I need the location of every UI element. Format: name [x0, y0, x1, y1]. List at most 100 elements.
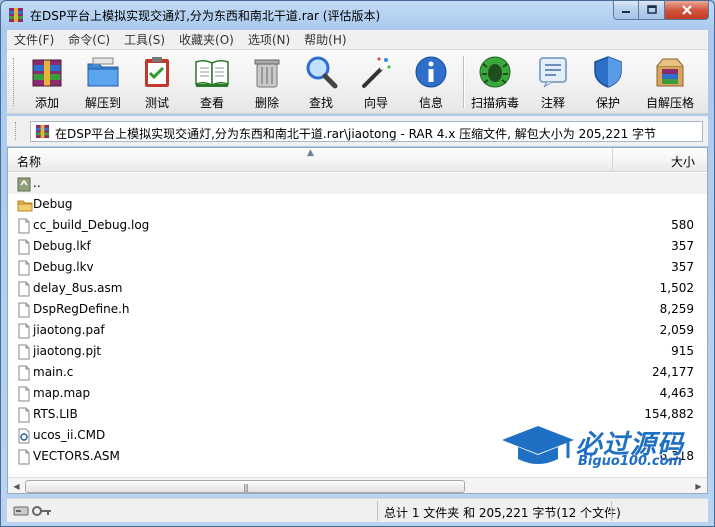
file-icon [17, 365, 31, 381]
file-name: map.map [33, 386, 91, 400]
file-row[interactable]: jiaotong.paf 2,059 [8, 320, 707, 341]
find-label: 查找 [308, 96, 333, 110]
file-icon [17, 449, 31, 465]
sort-ascending-icon: ▲ [307, 148, 314, 158]
file-row[interactable]: Debug.lkv 357 [8, 257, 707, 278]
file-row[interactable]: cc_build_Debug.log 580 [8, 215, 707, 236]
maximize-button[interactable] [639, 1, 665, 20]
info-icon [415, 56, 447, 88]
extract-button[interactable]: 解压到 [77, 54, 129, 112]
watermark-sub: Biguo100.com [578, 454, 683, 469]
close-button[interactable] [665, 1, 709, 20]
comment-note-icon [539, 57, 567, 88]
file-row[interactable]: Debug [8, 194, 707, 215]
file-name: RTS.LIB [33, 407, 78, 421]
file-row[interactable]: Debug.lkf 357 [8, 236, 707, 257]
menu-bar: 文件(F) 命令(C) 工具(S) 收藏夹(O) 选项(N) 帮助(H) [7, 30, 708, 50]
wizard-button[interactable]: 向导 [350, 54, 402, 112]
magnifier-icon [306, 56, 338, 89]
column-name-label: 名称 [17, 155, 42, 169]
winrar-app-icon [9, 8, 23, 22]
address-box[interactable]: 在DSP平台上模拟实现交通灯,分为东西和南北干道.rar\jiaotong - … [30, 121, 703, 142]
horizontal-scrollbar[interactable]: ◀ ||| ▶ [8, 477, 707, 493]
menu-tools[interactable]: 工具(S) [117, 31, 172, 48]
file-row[interactable]: main.c 24,177 [8, 362, 707, 383]
address-grip[interactable] [15, 122, 18, 140]
caption-buttons [613, 1, 709, 20]
file-name: main.c [33, 365, 74, 379]
view-book-icon [195, 59, 229, 87]
file-row[interactable]: delay_8us.asm 1,502 [8, 278, 707, 299]
sfx-button[interactable]: 自解压格 [639, 54, 701, 112]
add-label: 添加 [34, 96, 59, 110]
protect-label: 保护 [595, 96, 620, 110]
column-size-label: 大小 [670, 155, 695, 169]
file-icon [17, 260, 31, 276]
file-name: DspRegDefine.h [33, 302, 130, 316]
file-name: Debug.lkf [33, 239, 91, 253]
file-name: Debug [33, 197, 73, 211]
find-button[interactable]: 查找 [295, 54, 347, 112]
sfx-label: 自解压格 [645, 96, 694, 110]
file-row[interactable]: .. [8, 173, 707, 194]
file-row[interactable]: DspRegDefine.h 8,259 [8, 299, 707, 320]
file-row[interactable]: map.map 4,463 [8, 383, 707, 404]
minimize-icon [622, 11, 630, 13]
menu-options[interactable]: 选项(N) [241, 31, 297, 48]
menu-favorites[interactable]: 收藏夹(O) [172, 31, 241, 48]
minimize-button[interactable] [613, 1, 639, 20]
file-name: delay_8us.asm [33, 281, 123, 295]
extract-folder-icon [87, 57, 119, 87]
scroll-right-button[interactable]: ▶ [690, 479, 707, 493]
file-size: 4,463 [659, 386, 694, 400]
file-list: 名称 ▲ 大小 .. Debug cc_build_Debug.log 580 Debu… [7, 147, 708, 494]
file-name: cc_build_Debug.log [33, 218, 150, 232]
delete-label: 删除 [254, 96, 279, 110]
file-icon [17, 302, 31, 318]
status-summary: 总计 1 文件夹 和 205,221 字节(12 个文件) [384, 506, 621, 520]
virus-bug-icon [479, 56, 511, 88]
column-header: 名称 ▲ 大小 [8, 148, 707, 172]
scroll-thumb[interactable]: ||| [25, 480, 465, 493]
drive-key-icon [13, 506, 51, 516]
file-size: 2,059 [659, 323, 694, 337]
delete-button[interactable]: 删除 [241, 54, 293, 112]
add-button[interactable]: 添加 [21, 54, 73, 112]
file-size: 24,177 [652, 365, 694, 379]
file-name: ucos_ii.CMD [33, 428, 106, 442]
file-size: 357 [671, 239, 694, 253]
info-label: 信息 [418, 96, 443, 110]
view-button[interactable]: 查看 [186, 54, 238, 112]
file-row[interactable]: jiaotong.pjt 915 [8, 341, 707, 362]
test-button[interactable]: 测试 [131, 54, 183, 112]
title-bar[interactable]: 在DSP平台上模拟实现交通灯,分为东西和南北干道.rar (评估版本) [1, 1, 714, 29]
file-icon [17, 386, 31, 402]
scroll-left-button[interactable]: ◀ [8, 479, 25, 493]
column-size-header[interactable]: 大小 [613, 148, 707, 171]
test-clipboard-icon [145, 57, 169, 87]
graduation-cap-icon [502, 426, 574, 464]
menu-file[interactable]: 文件(F) [7, 31, 61, 48]
scan-virus-button[interactable]: 扫描病毒 [469, 54, 521, 112]
toolbar-grip[interactable] [13, 58, 16, 106]
comment-button[interactable]: 注释 [527, 54, 579, 112]
column-name-header[interactable]: 名称 ▲ [8, 148, 613, 171]
comment-label: 注释 [540, 96, 565, 110]
up-folder-icon [17, 176, 31, 192]
shield-icon [594, 56, 622, 88]
file-name: jiaotong.pjt [33, 344, 102, 358]
file-name: Debug.lkv [33, 260, 94, 274]
trash-can-icon [254, 59, 280, 88]
window-title: 在DSP平台上模拟实现交通灯,分为东西和南北干道.rar (评估版本) [30, 9, 381, 23]
file-icon [17, 218, 31, 234]
view-label: 查看 [199, 96, 224, 110]
file-name: .. [33, 176, 41, 190]
maximize-icon [646, 5, 657, 14]
info-button[interactable]: 信息 [405, 54, 457, 112]
menu-commands[interactable]: 命令(C) [61, 31, 117, 48]
scan-virus-label: 扫描病毒 [470, 96, 519, 110]
status-divider [377, 501, 378, 521]
menu-help[interactable]: 帮助(H) [297, 31, 353, 48]
file-size: 1,502 [659, 281, 694, 295]
protect-button[interactable]: 保护 [582, 54, 634, 112]
